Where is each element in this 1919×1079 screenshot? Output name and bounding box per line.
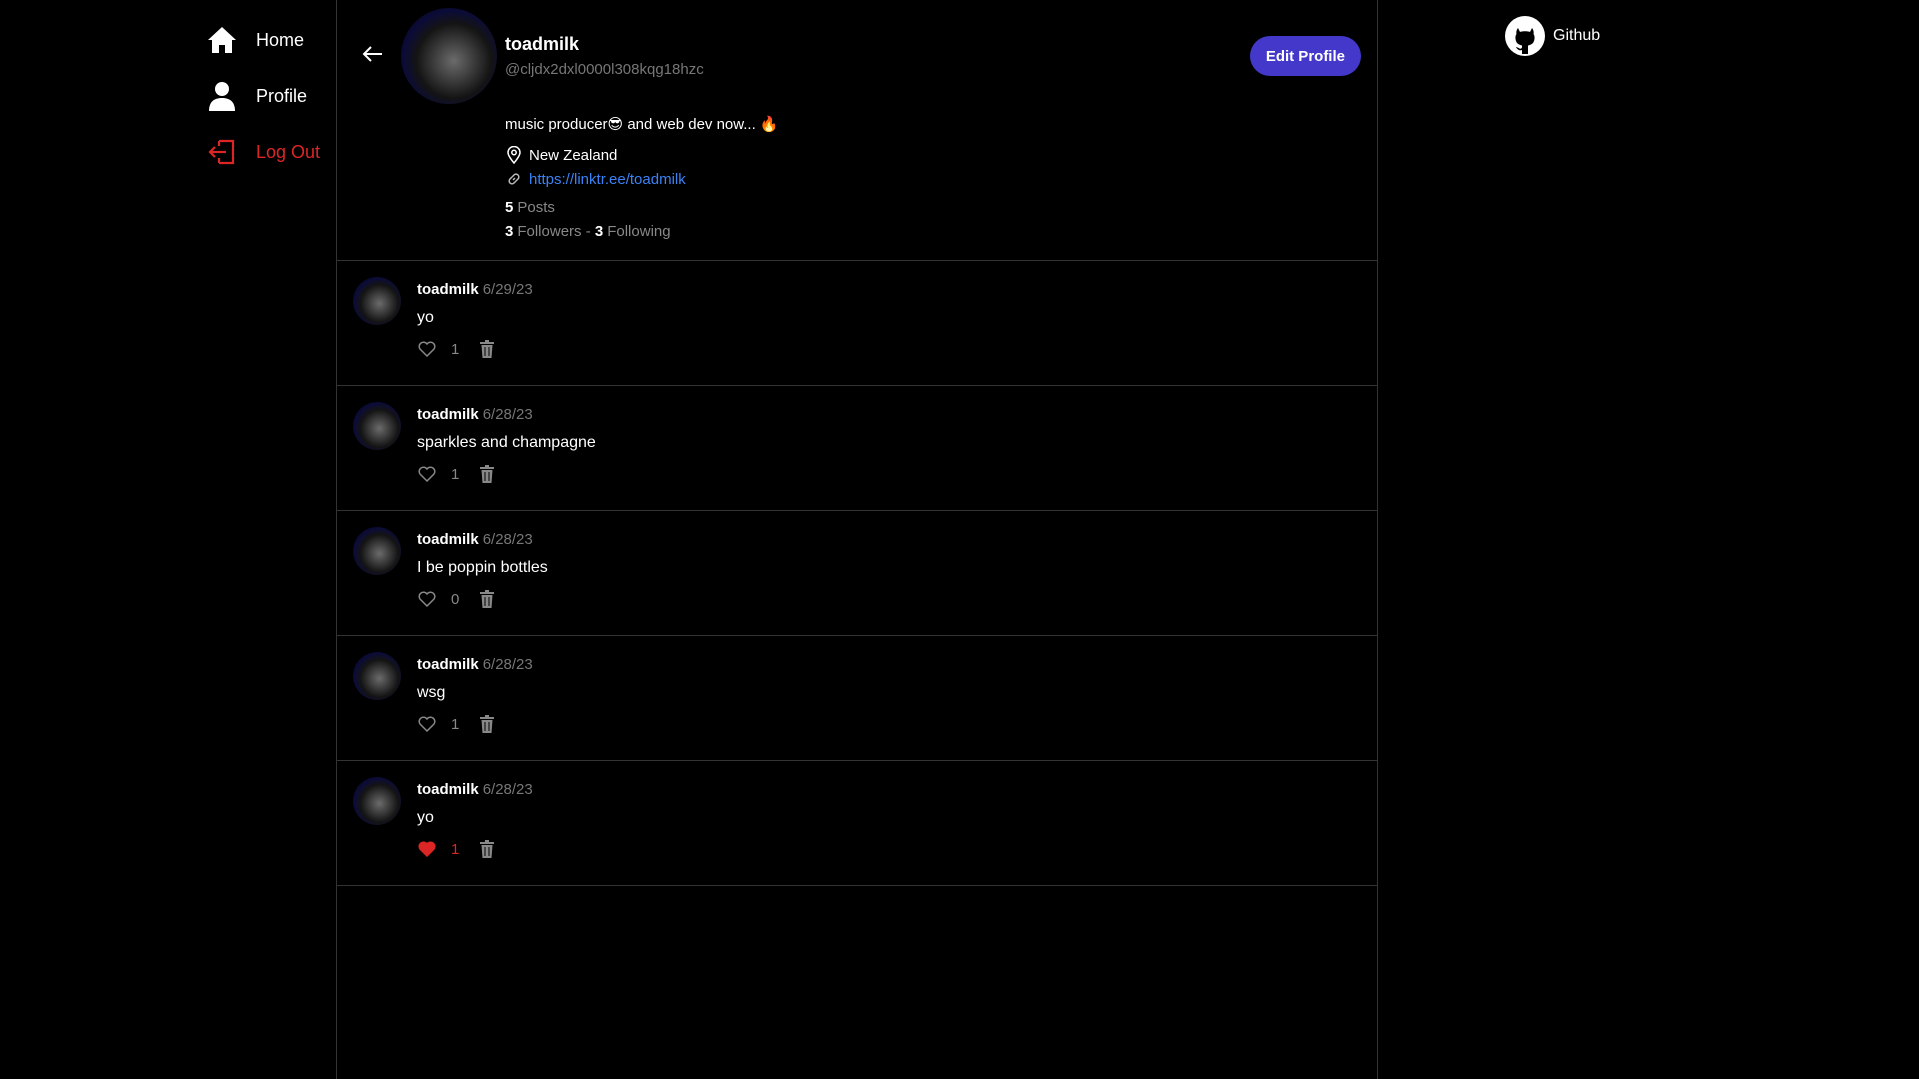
post-avatar[interactable] xyxy=(353,402,401,450)
main-column: toadmilk @cljdx2dxl0000l308kqg18hzc Edit… xyxy=(336,0,1378,1079)
post-text: I be poppin bottles xyxy=(417,559,548,576)
post-date: 6/28/23 xyxy=(482,781,533,798)
post-avatar[interactable] xyxy=(353,652,401,700)
trash-icon[interactable] xyxy=(477,464,497,484)
follow-stats: 3 Followers - 3 Following xyxy=(505,223,671,240)
nav-logout-label: Log Out xyxy=(256,141,321,162)
post-author[interactable]: toadmilk xyxy=(417,656,479,673)
post-date: 6/29/23 xyxy=(482,281,533,298)
trash-icon[interactable] xyxy=(477,339,497,359)
post-header: toadmilk 6/28/23 xyxy=(417,781,533,798)
link-icon xyxy=(505,170,523,188)
heart-outline-icon xyxy=(417,339,437,359)
like-button[interactable]: 1 xyxy=(417,839,459,859)
post-header: toadmilk 6/29/23 xyxy=(417,281,533,298)
like-button[interactable]: 1 xyxy=(417,464,459,484)
map-pin-icon xyxy=(505,146,523,164)
post-actions: 1 xyxy=(417,839,497,859)
post-item[interactable]: toadmilk 6/28/23 sparkles and champagne 1 xyxy=(337,386,1377,511)
post-item[interactable]: toadmilk 6/28/23 I be poppin bottles 0 xyxy=(337,511,1377,636)
posts-label: Posts xyxy=(517,199,555,216)
nav-item-profile[interactable]: Profile xyxy=(206,76,336,116)
like-count: 1 xyxy=(451,840,460,858)
nav-home-label: Home xyxy=(256,29,305,50)
post-item[interactable]: toadmilk 6/28/23 yo 1 xyxy=(337,761,1377,886)
post-avatar[interactable] xyxy=(353,777,401,825)
heart-outline-icon xyxy=(417,589,437,609)
heart-outline-icon xyxy=(417,714,437,734)
post-avatar[interactable] xyxy=(353,277,401,325)
like-count: 0 xyxy=(451,590,460,608)
post-header: toadmilk 6/28/23 xyxy=(417,406,533,423)
github-label: Github xyxy=(1553,27,1601,44)
post-text: yo xyxy=(417,309,434,326)
followers-count: 3 xyxy=(505,223,514,240)
like-button[interactable]: 1 xyxy=(417,339,459,359)
post-item[interactable]: toadmilk 6/28/23 wsg 1 xyxy=(337,636,1377,761)
back-arrow-icon[interactable] xyxy=(361,42,385,66)
following-label[interactable]: Following xyxy=(607,223,670,240)
user-icon xyxy=(206,80,238,112)
profile-name: toadmilk xyxy=(505,34,580,54)
post-item[interactable]: toadmilk 6/29/23 yo 1 xyxy=(337,261,1377,386)
trash-icon[interactable] xyxy=(477,839,497,859)
post-text: wsg xyxy=(417,684,446,701)
github-link[interactable]: Github xyxy=(1505,16,1600,56)
post-actions: 1 xyxy=(417,339,497,359)
post-avatar[interactable] xyxy=(353,527,401,575)
edit-profile-button[interactable]: Edit Profile xyxy=(1249,36,1361,76)
post-date: 6/28/23 xyxy=(482,406,533,423)
like-count: 1 xyxy=(451,340,460,358)
following-count: 3 xyxy=(594,223,604,240)
stats-separator: - xyxy=(585,223,591,240)
post-author[interactable]: toadmilk xyxy=(417,406,479,423)
post-actions: 0 xyxy=(417,589,497,609)
logout-icon xyxy=(206,136,238,168)
post-author[interactable]: toadmilk xyxy=(417,531,479,548)
nav-item-home[interactable]: Home xyxy=(206,20,336,60)
profile-link: https://linktr.ee/toadmilk xyxy=(505,170,686,188)
heart-filled-icon xyxy=(417,839,437,859)
followers-label[interactable]: Followers xyxy=(517,223,581,240)
sidebar-nav: Home Profile Log Out xyxy=(206,20,336,188)
post-date: 6/28/23 xyxy=(482,656,533,673)
like-count: 1 xyxy=(451,715,460,733)
post-text: yo xyxy=(417,809,434,826)
nav-item-logout[interactable]: Log Out xyxy=(206,132,336,172)
profile-handle: @cljdx2dxl0000l308kqg18hzc xyxy=(505,61,704,78)
nav-profile-label: Profile xyxy=(256,85,308,106)
trash-icon[interactable] xyxy=(477,589,497,609)
posts-count: 5 xyxy=(505,199,514,216)
post-actions: 1 xyxy=(417,464,497,484)
like-button[interactable]: 1 xyxy=(417,714,459,734)
profile-website-link[interactable]: https://linktr.ee/toadmilk xyxy=(529,171,686,188)
profile-location: New Zealand xyxy=(505,146,617,164)
like-count: 1 xyxy=(451,465,460,483)
post-author[interactable]: toadmilk xyxy=(417,781,479,798)
post-date: 6/28/23 xyxy=(482,531,533,548)
post-actions: 1 xyxy=(417,714,497,734)
profile-avatar xyxy=(401,8,497,104)
post-text: sparkles and champagne xyxy=(417,434,596,451)
profile-bio: music producer😎 and web dev now... 🔥 xyxy=(505,116,779,133)
posts-stat: 5 Posts xyxy=(505,199,555,216)
trash-icon[interactable] xyxy=(477,714,497,734)
profile-header: toadmilk @cljdx2dxl0000l308kqg18hzc Edit… xyxy=(337,0,1377,261)
location-text: New Zealand xyxy=(529,146,618,164)
heart-outline-icon xyxy=(417,464,437,484)
like-button[interactable]: 0 xyxy=(417,589,459,609)
post-header: toadmilk 6/28/23 xyxy=(417,656,533,673)
github-icon xyxy=(1505,16,1545,56)
home-icon xyxy=(206,24,238,56)
post-author[interactable]: toadmilk xyxy=(417,281,479,298)
post-header: toadmilk 6/28/23 xyxy=(417,531,533,548)
